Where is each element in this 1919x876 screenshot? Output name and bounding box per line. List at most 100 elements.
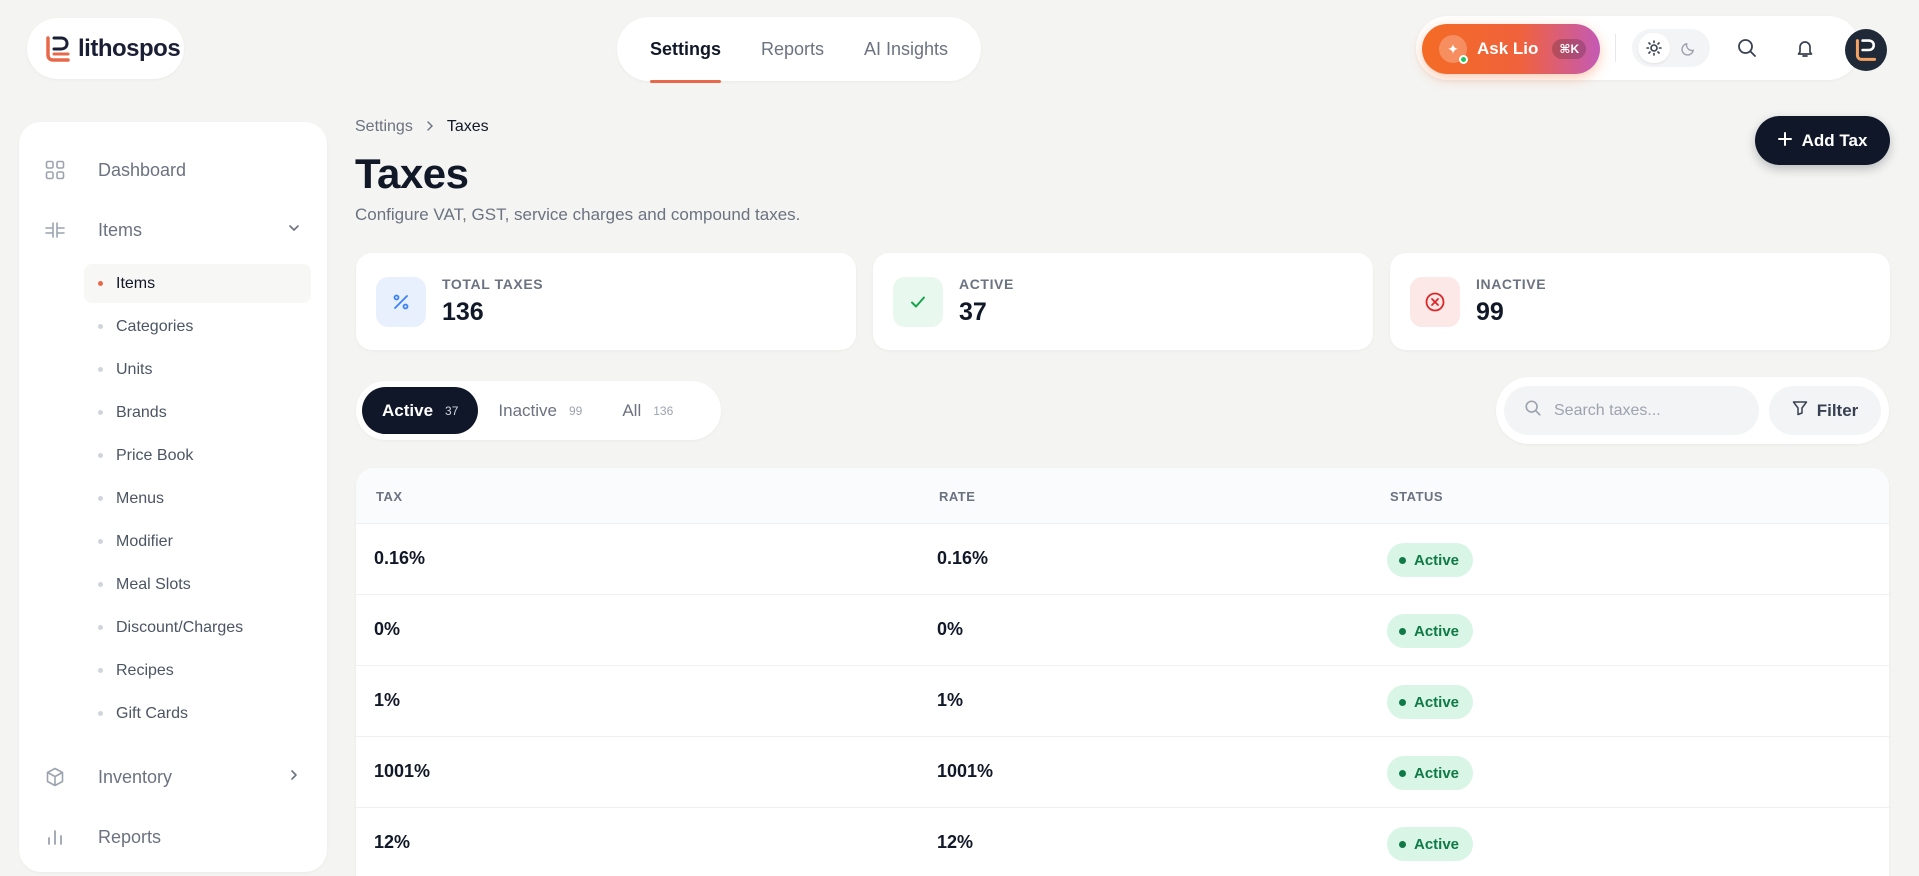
avatar[interactable]	[1845, 29, 1887, 71]
logo-mark-icon	[44, 35, 72, 63]
grid-icon	[43, 158, 67, 182]
bell-icon[interactable]	[1790, 33, 1820, 63]
divider	[1615, 34, 1616, 62]
stat-value: 37	[959, 298, 987, 326]
ask-lio-label: Ask Lio	[1477, 39, 1539, 58]
subnav-modifier[interactable]: Modifier	[84, 522, 311, 561]
subnav-gift-cards[interactable]: Gift Cards	[84, 694, 311, 733]
theme-toggle[interactable]	[1632, 29, 1710, 67]
stat-label: TOTAL TAXES	[442, 276, 544, 292]
status-tabs: Active 37 Inactive 99 All 136	[356, 381, 721, 440]
tab-label: All	[622, 400, 642, 420]
subnav-categories[interactable]: Categories	[84, 307, 311, 346]
filter-icon	[1792, 400, 1808, 421]
chevron-down-icon[interactable]	[287, 221, 301, 240]
topnav-ai-insights[interactable]: AI Insights	[864, 39, 948, 60]
top-navigation: Settings Reports AI Insights	[617, 17, 981, 83]
sidebar: Dashboard Items Items Categories Units B…	[19, 122, 327, 872]
cell-tax: 0.16%	[374, 548, 426, 568]
header-actions: ✦ Ask Lio ⌘K	[1416, 16, 1887, 80]
column-header-tax: TAX	[376, 489, 403, 504]
subnav-items[interactable]: Items	[84, 264, 311, 303]
subnav-meal-slots[interactable]: Meal Slots	[84, 565, 311, 604]
sparkle-icon: ✦	[1439, 35, 1468, 64]
page-subtitle: Configure VAT, GST, service charges and …	[355, 205, 801, 224]
status-badge: Active	[1387, 756, 1474, 790]
subnav-recipes[interactable]: Recipes	[84, 651, 311, 690]
column-header-rate: RATE	[939, 489, 976, 504]
sidebar-item-reports[interactable]: Reports	[19, 807, 327, 867]
tab-count: 99	[568, 403, 583, 418]
cell-tax: 0%	[374, 619, 401, 639]
tab-all[interactable]: All 136	[602, 387, 693, 434]
status-badge: Active	[1387, 827, 1474, 861]
ask-lio-button[interactable]: ✦ Ask Lio ⌘K	[1422, 24, 1600, 74]
status-badge: Active	[1387, 685, 1474, 719]
table-row[interactable]: 1001% 1001% Active	[356, 737, 1889, 808]
table-header: TAX RATE STATUS	[356, 468, 1889, 524]
table-row[interactable]: 0% 0% Active	[356, 595, 1889, 666]
add-tax-button[interactable]: Add Tax	[1755, 116, 1890, 165]
cell-tax: 12%	[374, 832, 411, 852]
tab-inactive[interactable]: Inactive 99	[478, 387, 602, 434]
sidebar-item-items[interactable]: Items	[19, 200, 327, 260]
bar-chart-icon	[43, 825, 67, 849]
table-row[interactable]: 0.16% 0.16% Active	[356, 524, 1889, 595]
items-submenu: Items Categories Units Brands Price Book…	[19, 264, 327, 733]
subnav-price-book[interactable]: Price Book	[84, 436, 311, 475]
stat-label: INACTIVE	[1476, 276, 1547, 292]
subnav-brands[interactable]: Brands	[84, 393, 311, 432]
tab-label: Active	[382, 400, 434, 420]
sidebar-item-label: Reports	[98, 826, 162, 847]
tab-active[interactable]: Active 37	[362, 387, 479, 434]
topnav-settings[interactable]: Settings	[649, 39, 721, 83]
taxes-table: TAX RATE STATUS 0.16% 0.16% Active 0% 0%…	[356, 468, 1889, 876]
search-icon	[1524, 399, 1542, 422]
tab-count: 136	[653, 403, 674, 418]
search-icon[interactable]	[1732, 33, 1762, 63]
stat-label: ACTIVE	[959, 276, 1014, 292]
chevron-right-icon	[425, 118, 435, 136]
status-badge: Active	[1387, 614, 1474, 648]
column-header-status: STATUS	[1390, 489, 1444, 504]
search-filter-bar: Filter	[1496, 377, 1889, 444]
moon-icon[interactable]	[1673, 33, 1705, 63]
plus-icon	[1777, 131, 1792, 151]
brand-name: lithospos	[78, 34, 181, 62]
subnav-discount-charges[interactable]: Discount/Charges	[84, 608, 311, 647]
cell-rate: 1%	[937, 690, 964, 710]
box-icon	[43, 765, 67, 789]
x-circle-icon	[1410, 276, 1460, 327]
filter-label: Filter	[1816, 400, 1859, 420]
stat-value: 136	[442, 298, 484, 326]
search-input[interactable]	[1554, 401, 1744, 420]
cell-rate: 1001%	[937, 761, 994, 781]
cell-rate: 0%	[937, 619, 964, 639]
filter-button[interactable]: Filter	[1769, 386, 1881, 435]
sidebar-item-label: Items	[98, 219, 143, 240]
check-icon	[893, 276, 943, 327]
sidebar-item-inventory[interactable]: Inventory	[19, 747, 327, 807]
subnav-menus[interactable]: Menus	[84, 479, 311, 518]
sidebar-item-dashboard[interactable]: Dashboard	[19, 140, 327, 200]
cell-tax: 1%	[374, 690, 401, 710]
breadcrumb-settings[interactable]: Settings	[355, 118, 413, 136]
search-box	[1504, 386, 1759, 435]
items-icon	[43, 218, 67, 242]
chevron-right-icon[interactable]	[287, 768, 301, 787]
breadcrumb-current: Taxes	[446, 118, 489, 135]
cell-tax: 1001%	[374, 761, 431, 781]
subnav-units[interactable]: Units	[84, 350, 311, 389]
page-title: Taxes	[355, 150, 469, 197]
table-row[interactable]: 1% 1% Active	[356, 666, 1889, 737]
sun-icon[interactable]	[1637, 33, 1670, 63]
stat-card-total: TOTAL TAXES 136	[356, 253, 856, 350]
brand-logo[interactable]: lithospos	[27, 18, 184, 79]
shortcut-badge: ⌘K	[1552, 39, 1587, 59]
table-row[interactable]: 12% 12% Active	[356, 808, 1889, 876]
cell-rate: 0.16%	[937, 548, 989, 568]
breadcrumb: Settings Taxes	[355, 118, 489, 136]
topnav-reports[interactable]: Reports	[761, 39, 824, 60]
stat-card-active: ACTIVE 37	[873, 253, 1373, 350]
stat-value: 99	[1476, 298, 1504, 326]
